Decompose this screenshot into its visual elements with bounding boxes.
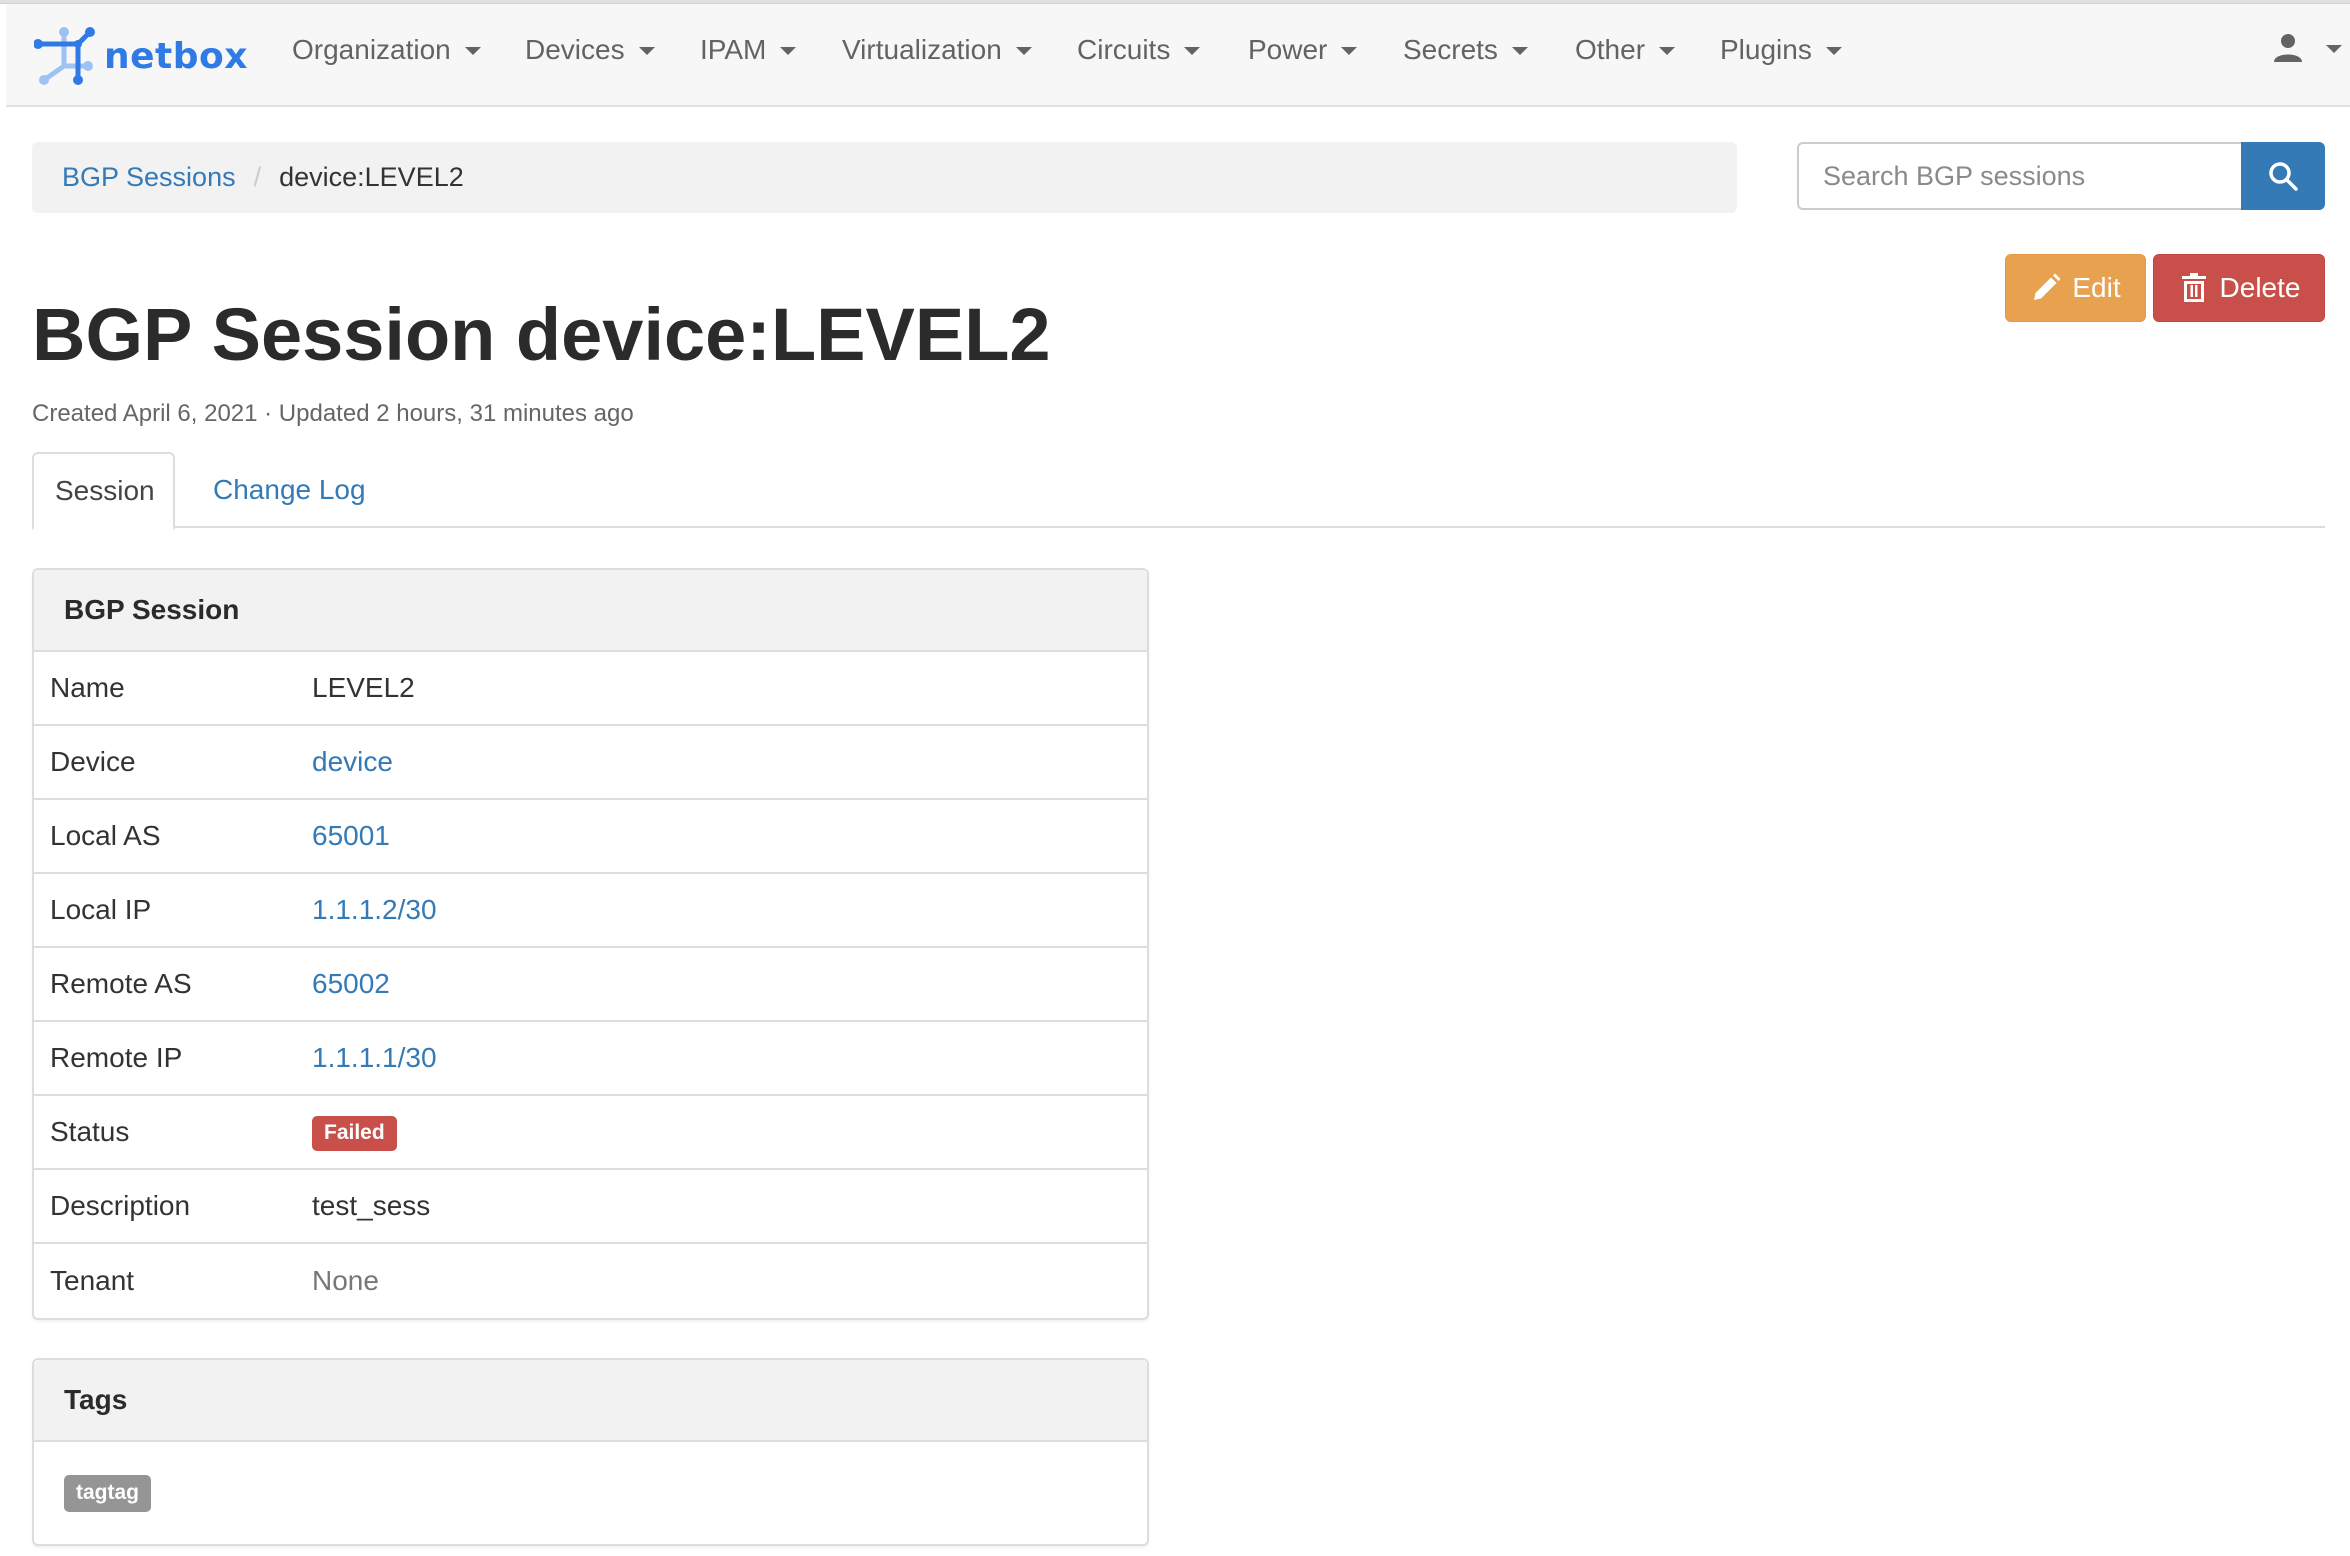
delete-button[interactable]: Delete bbox=[2153, 254, 2325, 322]
row-label: Local IP bbox=[50, 894, 152, 925]
caret-down-icon bbox=[1015, 47, 1032, 55]
table-row-name: Name LEVEL2 bbox=[34, 652, 1147, 726]
tab-session[interactable]: Session bbox=[32, 452, 175, 530]
nav-power[interactable]: Power bbox=[1248, 34, 1358, 66]
nav-other[interactable]: Other bbox=[1575, 34, 1676, 66]
panel-heading: Tags bbox=[34, 1360, 1147, 1442]
row-label: Tenant bbox=[50, 1265, 135, 1296]
caret-down-icon bbox=[780, 47, 797, 55]
page-meta: Created April 6, 2021 · Updated 2 hours,… bbox=[32, 400, 634, 427]
page-title: BGP Session device:LEVEL2 bbox=[32, 293, 1051, 376]
nav-secrets[interactable]: Secrets bbox=[1403, 34, 1528, 66]
user-menu[interactable] bbox=[2272, 32, 2342, 64]
search-button[interactable] bbox=[2241, 142, 2325, 210]
name-value: LEVEL2 bbox=[312, 672, 415, 703]
caret-down-icon bbox=[638, 47, 655, 55]
nav-label: Devices bbox=[525, 34, 625, 65]
breadcrumb-separator: / bbox=[253, 162, 262, 192]
row-label: Local AS bbox=[50, 820, 161, 851]
delete-label: Delete bbox=[2219, 272, 2301, 303]
nav-label: Secrets bbox=[1403, 34, 1498, 65]
caret-down-icon bbox=[1659, 47, 1676, 55]
edit-label: Edit bbox=[2072, 272, 2121, 303]
nav-plugins[interactable]: Plugins bbox=[1720, 34, 1842, 66]
table-row-local-as: Local AS 65001 bbox=[34, 800, 1147, 874]
table-row-local-ip: Local IP 1.1.1.2/30 bbox=[34, 874, 1147, 948]
bgp-session-panel: BGP Session Name LEVEL2 Device device Lo… bbox=[32, 568, 1149, 1320]
remote-ip-link[interactable]: 1.1.1.1/30 bbox=[312, 1042, 437, 1074]
description-value: test_sess bbox=[312, 1190, 431, 1221]
status-badge: Failed bbox=[312, 1115, 397, 1151]
search-input[interactable] bbox=[1797, 142, 2241, 210]
caret-down-icon bbox=[1511, 47, 1528, 55]
nav-virtualization[interactable]: Virtualization bbox=[842, 34, 1032, 66]
device-link[interactable]: device bbox=[312, 746, 393, 778]
caret-down-icon bbox=[2326, 45, 2342, 53]
table-row-tenant: Tenant None bbox=[34, 1244, 1147, 1318]
tenant-value: None bbox=[312, 1265, 379, 1296]
caret-down-icon bbox=[1825, 47, 1842, 55]
nav-label: Circuits bbox=[1077, 34, 1171, 65]
row-label: Remote IP bbox=[50, 1042, 183, 1073]
table-row-remote-ip: Remote IP 1.1.1.1/30 bbox=[34, 1022, 1147, 1096]
caret-down-icon bbox=[1341, 47, 1358, 55]
netbox-logo-icon bbox=[34, 27, 95, 85]
nav-label: Organization bbox=[292, 34, 451, 65]
nav-circuits[interactable]: Circuits bbox=[1077, 34, 1201, 66]
nav-label: Power bbox=[1248, 34, 1328, 65]
local-as-link[interactable]: 65001 bbox=[312, 820, 390, 852]
breadcrumb-bgp-sessions[interactable]: BGP Sessions bbox=[62, 162, 236, 193]
nav-label: Plugins bbox=[1720, 34, 1812, 65]
brand-logo-link[interactable]: netbox bbox=[34, 24, 248, 88]
tab-change-log[interactable]: Change Log bbox=[192, 452, 387, 528]
caret-down-icon bbox=[1184, 47, 1201, 55]
table-row-remote-as: Remote AS 65002 bbox=[34, 948, 1147, 1022]
row-label: Device bbox=[50, 746, 136, 777]
search-form bbox=[1797, 142, 2325, 210]
row-label: Name bbox=[50, 672, 125, 703]
remote-as-link[interactable]: 65002 bbox=[312, 968, 390, 1000]
breadcrumb-current: device:LEVEL2 bbox=[279, 162, 464, 192]
row-label: Remote AS bbox=[50, 968, 192, 999]
tags-body: tagtag bbox=[34, 1442, 1147, 1544]
table-row-description: Description test_sess bbox=[34, 1170, 1147, 1244]
navbar: netbox Organization Devices IPAM Virtual… bbox=[6, 4, 2350, 107]
tags-panel: Tags tagtag bbox=[32, 1358, 1149, 1546]
panel-heading: BGP Session bbox=[34, 570, 1147, 652]
edit-button[interactable]: Edit bbox=[2005, 254, 2146, 322]
row-label: Description bbox=[50, 1190, 191, 1221]
tab-bar: Session Change Log bbox=[32, 452, 2325, 530]
pencil-icon bbox=[2034, 273, 2061, 300]
nav-ipam[interactable]: IPAM bbox=[700, 34, 797, 66]
nav-label: Other bbox=[1575, 34, 1646, 65]
nav-devices[interactable]: Devices bbox=[525, 34, 655, 66]
breadcrumb: BGP Sessions / device:LEVEL2 bbox=[32, 142, 1737, 213]
search-icon bbox=[2269, 162, 2298, 191]
user-icon bbox=[2274, 34, 2302, 62]
tag-badge[interactable]: tagtag bbox=[64, 1474, 151, 1512]
nav-organization[interactable]: Organization bbox=[292, 34, 481, 66]
local-ip-link[interactable]: 1.1.1.2/30 bbox=[312, 894, 437, 926]
caret-down-icon bbox=[464, 47, 481, 55]
table-row-device: Device device bbox=[34, 726, 1147, 800]
nav-label: IPAM bbox=[700, 34, 767, 65]
brand-name: netbox bbox=[104, 35, 248, 77]
trash-icon bbox=[2181, 273, 2206, 302]
table-row-status: Status Failed bbox=[34, 1096, 1147, 1170]
row-label: Status bbox=[50, 1116, 130, 1147]
nav-label: Virtualization bbox=[842, 34, 1002, 65]
